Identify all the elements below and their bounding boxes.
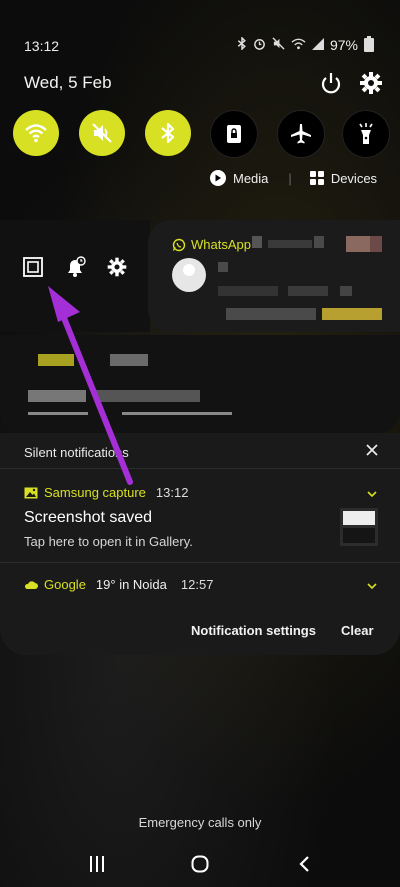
screen-lock-toggle[interactable] <box>210 110 258 158</box>
blurred-pixel <box>28 412 88 415</box>
blurred-pixel <box>288 286 328 296</box>
alarm-status-icon <box>253 37 266 53</box>
blurred-pixel <box>28 390 86 402</box>
chevron-down-icon[interactable] <box>366 487 378 505</box>
samsung-capture-time: 13:12 <box>155 485 189 500</box>
notification-settings-button[interactable]: Notification settings <box>191 623 316 638</box>
sound-toggle[interactable] <box>79 110 125 156</box>
status-time: 13:12 <box>24 38 60 54</box>
notification-settings-gear-icon[interactable] <box>106 256 128 278</box>
screenshot-frame-icon[interactable] <box>22 256 44 278</box>
google-weather-row[interactable]: Google 19° in Noida 12:57 <box>24 577 213 592</box>
google-weather-text: 19° in Noida <box>95 577 167 592</box>
devices-button[interactable]: Devices <box>331 171 377 186</box>
emergency-calls-text: Emergency calls only <box>138 815 262 830</box>
clear-button[interactable]: Clear <box>341 623 374 638</box>
thumbnail-content <box>343 528 375 543</box>
screenshot-thumbnail[interactable] <box>340 508 378 546</box>
wifi-toggle[interactable] <box>13 110 59 156</box>
blurred-pixel <box>252 236 262 248</box>
back-icon[interactable] <box>289 852 319 876</box>
date-label: Wed, 5 Feb <box>24 73 112 92</box>
flashlight-icon <box>359 123 373 144</box>
snooze-bell-icon[interactable] <box>64 256 86 278</box>
blurred-pixel <box>314 236 324 248</box>
close-icon[interactable] <box>362 440 382 460</box>
blurred-pixel <box>322 308 382 320</box>
screenshot-saved-title[interactable]: Screenshot saved <box>24 509 152 527</box>
flashlight-toggle[interactable] <box>342 110 390 158</box>
blurred-pixel <box>370 236 382 252</box>
wifi-status-icon <box>291 38 306 53</box>
blurred-pixel <box>218 262 228 272</box>
whatsapp-icon <box>172 238 186 251</box>
silent-notifications-title: Silent notifications <box>24 445 129 460</box>
bluetooth-status-icon <box>237 36 247 53</box>
contact-avatar <box>172 258 206 292</box>
samsung-capture-header: Samsung capture 13:12 <box>24 485 188 500</box>
gallery-icon <box>24 487 38 498</box>
mute-icon <box>92 123 112 143</box>
battery-icon <box>364 36 374 52</box>
battery-percent: 97% <box>329 37 358 53</box>
thumbnail-content <box>343 511 375 525</box>
play-icon <box>210 170 226 186</box>
blurred-pixel <box>218 286 278 296</box>
blurred-notification-card[interactable] <box>0 335 400 433</box>
blurred-pixel <box>226 308 316 320</box>
media-button[interactable]: Media <box>233 171 268 186</box>
status-icons: 97% <box>237 36 374 53</box>
blurred-pixel <box>340 286 352 296</box>
mute-status-icon <box>272 37 285 53</box>
samsung-capture-app-name: Samsung capture <box>44 485 146 500</box>
divider <box>0 468 400 469</box>
settings-gear-icon[interactable] <box>358 70 384 96</box>
cloud-icon <box>24 580 38 589</box>
blurred-pixel <box>96 390 200 402</box>
divider <box>0 562 400 563</box>
devices-grid-icon <box>309 171 324 185</box>
recent-apps-icon[interactable] <box>82 852 112 876</box>
whatsapp-header: WhatsApp <box>172 237 251 252</box>
home-icon[interactable] <box>185 852 215 876</box>
signal-status-icon <box>311 37 324 53</box>
google-app-name: Google <box>44 577 86 592</box>
screenshot-saved-subtitle[interactable]: Tap here to open it in Gallery. <box>24 534 193 549</box>
blurred-pixel <box>122 412 232 415</box>
screen-lock-icon <box>227 125 241 143</box>
blurred-pixel <box>268 240 312 248</box>
airplane-toggle[interactable] <box>277 110 325 158</box>
chevron-down-icon[interactable] <box>366 579 378 597</box>
media-divider: | <box>288 170 292 186</box>
bluetooth-icon <box>161 122 175 144</box>
blurred-pixel <box>346 236 370 252</box>
airplane-icon <box>291 124 311 144</box>
media-devices-row: Media | Devices <box>210 170 377 186</box>
bluetooth-toggle[interactable] <box>145 110 191 156</box>
blurred-pixel <box>110 354 148 366</box>
google-time: 12:57 <box>180 577 214 592</box>
blurred-pixel <box>38 354 74 366</box>
power-icon[interactable] <box>318 70 344 96</box>
wifi-icon <box>25 124 47 143</box>
whatsapp-app-name: WhatsApp <box>191 237 251 252</box>
